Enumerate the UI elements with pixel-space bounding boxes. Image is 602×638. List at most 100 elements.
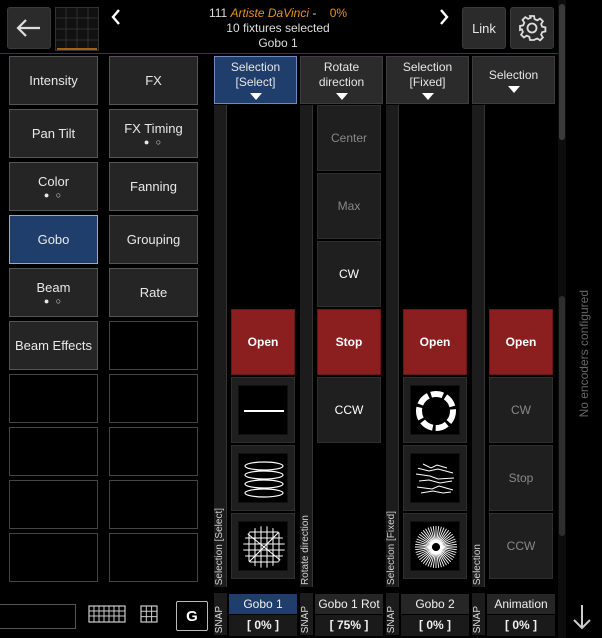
option-cw-button[interactable]: CW bbox=[489, 377, 553, 443]
category-label: Beam bbox=[36, 279, 71, 295]
gobo-ring-icon bbox=[410, 385, 460, 435]
option-label: CCW bbox=[334, 403, 364, 417]
category-empty-slot[interactable] bbox=[109, 321, 198, 370]
column-strip-1[interactable]: Selection [Select] bbox=[214, 105, 227, 587]
dropdown-arrow-icon bbox=[421, 93, 434, 100]
category-empty-slot[interactable] bbox=[9, 480, 98, 529]
prev-fixture-button[interactable] bbox=[106, 6, 126, 30]
column-header-3[interactable]: Selection [Fixed] bbox=[386, 56, 469, 104]
category-empty-slot[interactable] bbox=[9, 533, 98, 582]
category-label: FX bbox=[145, 73, 162, 88]
column-strip-label: Rotate direction bbox=[300, 514, 311, 585]
gobo-burst-icon bbox=[410, 521, 460, 571]
option-stop-button[interactable]: Stop bbox=[489, 445, 553, 511]
fixture-intensity: 0% bbox=[329, 6, 348, 20]
category-color-button[interactable]: Color ● ○ bbox=[9, 162, 98, 211]
command-input[interactable] bbox=[0, 604, 76, 629]
snap-label: SNAP bbox=[386, 605, 397, 633]
back-button[interactable] bbox=[7, 7, 51, 49]
column-footer-name: Gobo 2 bbox=[401, 594, 469, 614]
option-ccw-button[interactable]: CCW bbox=[317, 377, 381, 443]
empty-slot bbox=[317, 513, 381, 579]
column-header-1[interactable]: Selection [Select] bbox=[214, 56, 297, 104]
category-empty-slot[interactable] bbox=[109, 480, 198, 529]
column-header-4[interactable]: Selection bbox=[472, 56, 555, 104]
option-open-button[interactable]: Open bbox=[489, 309, 553, 375]
scrollbar-thumb[interactable] bbox=[559, 4, 565, 140]
category-label: Grouping bbox=[126, 232, 181, 247]
category-empty-slot[interactable] bbox=[109, 374, 198, 423]
option-label: Open bbox=[505, 335, 537, 349]
column-footer-value: [ 0% ] bbox=[229, 615, 297, 636]
category-grouping-button[interactable]: Grouping bbox=[109, 215, 198, 264]
column-strip-2[interactable]: Rotate direction bbox=[300, 105, 313, 587]
empty-slot bbox=[231, 173, 295, 239]
category-gobo-button[interactable]: Gobo bbox=[9, 215, 98, 264]
option-label: CW bbox=[511, 403, 531, 417]
fixture-title-line: 111 Artiste DaVinci - 0% bbox=[130, 6, 426, 21]
column-footer-value: [ 75% ] bbox=[315, 615, 383, 636]
category-empty-slot[interactable] bbox=[109, 533, 198, 582]
scrollbar-thumb-lower[interactable] bbox=[559, 296, 565, 536]
option-center-button[interactable]: Center bbox=[317, 105, 381, 171]
category-empty-slot[interactable] bbox=[9, 374, 98, 423]
fixture-info: 111 Artiste DaVinci - 0% 10 fixtures sel… bbox=[130, 6, 426, 51]
next-fixture-button[interactable] bbox=[434, 6, 454, 30]
column-footer-name: Gobo 1 bbox=[229, 594, 297, 614]
column-header-label: Rotate direction bbox=[318, 60, 365, 89]
column-header-2[interactable]: Rotate direction bbox=[300, 56, 383, 104]
category-label: Beam Effects bbox=[14, 338, 93, 353]
gobo-scribble-option[interactable] bbox=[403, 445, 467, 511]
scrollbar-track[interactable] bbox=[558, 0, 566, 638]
option-open-button[interactable]: Open bbox=[231, 309, 295, 375]
empty-slot bbox=[403, 105, 467, 171]
category-empty-slot[interactable] bbox=[109, 427, 198, 476]
option-label: Stop bbox=[335, 335, 363, 349]
column-strip-3[interactable]: Selection [Fixed] bbox=[386, 105, 399, 587]
option-label: Stop bbox=[508, 471, 534, 485]
option-open-button[interactable]: Open bbox=[403, 309, 467, 375]
chevron-left-icon bbox=[111, 9, 120, 25]
category-empty-slot[interactable] bbox=[9, 427, 98, 476]
option-max-button[interactable]: Max bbox=[317, 173, 381, 239]
column-footer-value: [ 0% ] bbox=[487, 615, 555, 636]
chevron-right-icon bbox=[440, 9, 449, 25]
column-strip-label: Selection [Fixed] bbox=[386, 511, 397, 585]
category-beam-button[interactable]: Beam ● ○ bbox=[9, 268, 98, 317]
fixture-preview-thumbnail[interactable] bbox=[55, 7, 99, 51]
category-rate-button[interactable]: Rate bbox=[109, 268, 198, 317]
gobo-line-option[interactable] bbox=[231, 377, 295, 443]
scroll-down-button[interactable] bbox=[570, 602, 594, 632]
g-button[interactable]: G bbox=[176, 601, 208, 631]
gobo-grid-option[interactable] bbox=[231, 513, 295, 579]
option-cw-button[interactable]: CW bbox=[317, 241, 381, 307]
snap-toggle[interactable]: SNAP bbox=[300, 593, 313, 635]
category-fanning-button[interactable]: Fanning bbox=[109, 162, 198, 211]
snap-toggle[interactable]: SNAP bbox=[386, 593, 399, 635]
option-label: CW bbox=[339, 267, 359, 281]
gobo-burst-option[interactable] bbox=[403, 513, 467, 579]
gobo-ring-option[interactable] bbox=[403, 377, 467, 443]
category-beam-effects-button[interactable]: Beam Effects bbox=[9, 321, 98, 370]
numpad-button[interactable] bbox=[140, 605, 160, 625]
option-label: Center bbox=[330, 131, 368, 145]
option-ccw-button[interactable]: CCW bbox=[489, 513, 553, 579]
snap-toggle[interactable]: SNAP bbox=[472, 593, 485, 635]
link-button[interactable]: Link bbox=[462, 7, 506, 49]
gobo-line-icon bbox=[238, 385, 288, 435]
category-fx-button[interactable]: FX bbox=[109, 56, 198, 105]
empty-slot bbox=[317, 445, 381, 511]
snap-toggle[interactable]: SNAP bbox=[214, 593, 227, 635]
settings-button[interactable] bbox=[510, 7, 554, 49]
g-button-label: G bbox=[186, 607, 198, 625]
gobo-ellipses-option[interactable] bbox=[231, 445, 295, 511]
arrow-down-icon bbox=[573, 605, 591, 630]
column-strip-4[interactable]: Selection bbox=[472, 105, 485, 587]
option-stop-button[interactable]: Stop bbox=[317, 309, 381, 375]
back-arrow-icon bbox=[16, 19, 40, 37]
category-pan-tilt-button[interactable]: Pan Tilt bbox=[9, 109, 98, 158]
category-intensity-button[interactable]: Intensity bbox=[9, 56, 98, 105]
keyboard-button[interactable] bbox=[88, 605, 128, 627]
category-fx-timing-button[interactable]: FX Timing ● ○ bbox=[109, 109, 198, 158]
dropdown-arrow-icon bbox=[507, 86, 520, 93]
